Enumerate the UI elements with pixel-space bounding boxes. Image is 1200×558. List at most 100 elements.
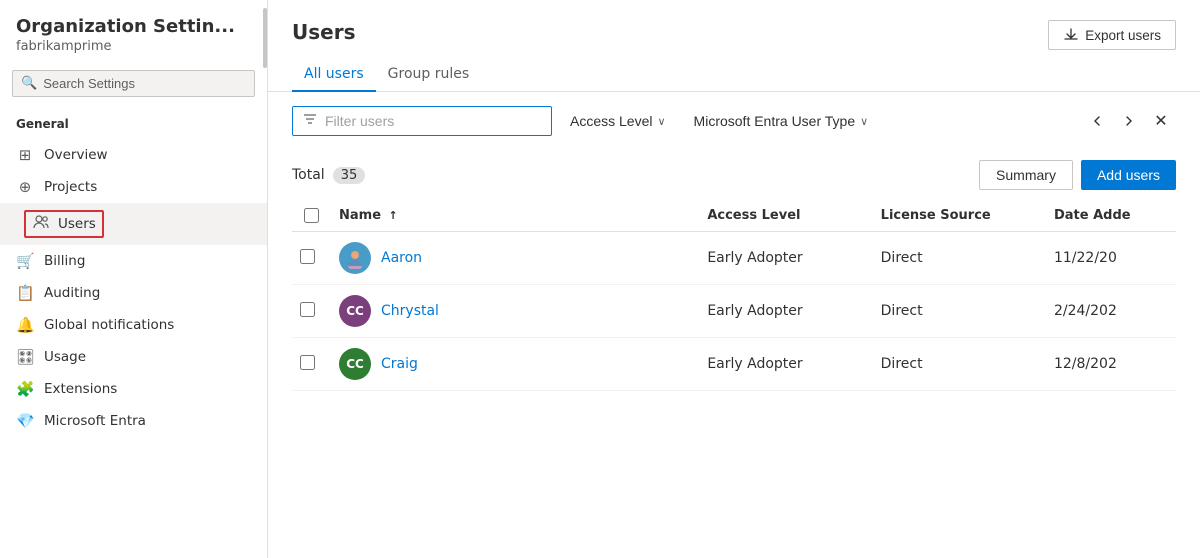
avatar: CC — [339, 295, 371, 327]
row-access-level-cell: Early Adopter — [699, 232, 872, 285]
sidebar-search-icon: 🔍 — [21, 76, 37, 91]
scrollbar-thumb — [263, 8, 267, 68]
sidebar-item-label: Auditing — [44, 285, 100, 301]
select-all-checkbox[interactable] — [304, 208, 319, 223]
col-header-access-level: Access Level — [699, 200, 872, 232]
usage-icon: 🎛 — [16, 348, 34, 366]
filter-prev-button[interactable] — [1082, 106, 1112, 136]
sidebar-item-extensions[interactable]: 🧩 Extensions — [0, 373, 267, 405]
auditing-icon: 📋 — [16, 284, 34, 302]
summary-button[interactable]: Summary — [979, 160, 1073, 190]
total-count-badge: 35 — [333, 167, 366, 184]
users-table: Name ↑ Access Level License Source Date … — [292, 200, 1176, 391]
filter-navigation: ✕ — [1082, 106, 1176, 136]
sidebar-item-billing[interactable]: 🛒 Billing — [0, 245, 267, 277]
user-type-label: Microsoft Entra User Type — [694, 113, 856, 129]
table-row: Aaron Early Adopter Direct 11/22/20 — [292, 232, 1176, 285]
sidebar-item-overview[interactable]: ⊞ Overview — [0, 139, 267, 171]
sidebar-item-label: Billing — [44, 253, 85, 269]
tabs: All users Group rules — [268, 50, 1200, 92]
row-name-cell: CC Craig — [331, 338, 699, 391]
sidebar-item-label: Microsoft Entra — [44, 413, 146, 429]
row-date-added-cell: 11/22/20 — [1046, 232, 1176, 285]
sidebar: Organization Settin... fabrikamprime 🔍 G… — [0, 0, 268, 558]
user-name-link[interactable]: Craig — [381, 356, 418, 372]
row-name-cell: CC Chrystal — [331, 285, 699, 338]
sidebar-search-input[interactable] — [43, 76, 246, 91]
row-name-cell: Aaron — [331, 232, 699, 285]
sidebar-item-usage[interactable]: 🎛 Usage — [0, 341, 267, 373]
sidebar-item-projects[interactable]: ⊕ Projects — [0, 171, 267, 203]
row-date-added-cell: 2/24/202 — [1046, 285, 1176, 338]
users-icon — [32, 214, 50, 234]
filter-users-input[interactable] — [325, 113, 505, 129]
sidebar-item-label: Usage — [44, 349, 86, 365]
sidebar-item-label: Global notifications — [44, 317, 174, 333]
name-sort-icon: ↑ — [389, 209, 398, 222]
general-section-label: General — [0, 109, 267, 135]
row-access-level-cell: Early Adopter — [699, 285, 872, 338]
main-content: Users Export users All users Group rules — [268, 0, 1200, 558]
col-header-date-added: Date Adde — [1046, 200, 1176, 232]
tab-group-rules[interactable]: Group rules — [376, 58, 482, 92]
access-level-dropdown[interactable]: Access Level ∨ — [560, 107, 676, 135]
user-type-dropdown[interactable]: Microsoft Entra User Type ∨ — [684, 107, 879, 135]
row-checkbox[interactable] — [300, 302, 315, 317]
total-section: Total 35 — [292, 167, 365, 184]
avatar: CC — [339, 348, 371, 380]
col-header-license-source: License Source — [873, 200, 1046, 232]
table-row: CC Chrystal Early Adopter Direct 2/24/20… — [292, 285, 1176, 338]
sidebar-item-users[interactable]: Users — [0, 203, 267, 245]
sidebar-search-container[interactable]: 🔍 — [12, 70, 255, 97]
main-header: Users Export users — [268, 0, 1200, 50]
sidebar-item-label: Users — [58, 216, 96, 232]
toolbar-actions: Summary Add users — [979, 160, 1176, 190]
sidebar-item-label: Projects — [44, 179, 97, 195]
export-button-label: Export users — [1085, 28, 1161, 43]
filter-icon — [303, 112, 317, 130]
user-name-link[interactable]: Chrystal — [381, 303, 439, 319]
filter-next-button[interactable] — [1114, 106, 1144, 136]
avatar — [339, 242, 371, 274]
sidebar-subtitle: fabrikamprime — [16, 39, 251, 54]
close-icon: ✕ — [1154, 111, 1167, 131]
tab-group-rules-label: Group rules — [388, 66, 470, 82]
sidebar-title: Organization Settin... — [16, 16, 251, 37]
access-level-chevron: ∨ — [657, 115, 665, 128]
row-access-level-cell: Early Adopter — [699, 338, 872, 391]
filter-close-button[interactable]: ✕ — [1146, 106, 1176, 136]
chevron-left-icon — [1091, 115, 1103, 127]
filter-input-container[interactable] — [292, 106, 552, 136]
access-level-label: Access Level — [570, 113, 652, 129]
tab-all-users[interactable]: All users — [292, 58, 376, 92]
sidebar-header: Organization Settin... fabrikamprime — [0, 0, 267, 62]
user-name-link[interactable]: Aaron — [381, 250, 422, 266]
user-type-chevron: ∨ — [860, 115, 868, 128]
row-check-cell — [292, 232, 331, 285]
row-check-cell — [292, 338, 331, 391]
chevron-right-icon — [1123, 115, 1135, 127]
sidebar-item-global-notifications[interactable]: 🔔 Global notifications — [0, 309, 267, 341]
row-license-source-cell: Direct — [873, 285, 1046, 338]
row-checkbox[interactable] — [300, 249, 315, 264]
row-license-source-cell: Direct — [873, 338, 1046, 391]
billing-icon: 🛒 — [16, 252, 34, 270]
filter-bar: Access Level ∨ Microsoft Entra User Type… — [268, 92, 1200, 150]
add-users-button[interactable]: Add users — [1081, 160, 1176, 190]
row-checkbox[interactable] — [300, 355, 315, 370]
tab-all-users-label: All users — [304, 66, 364, 82]
table-row: CC Craig Early Adopter Direct 12/8/202 — [292, 338, 1176, 391]
sidebar-item-label: Overview — [44, 147, 108, 163]
row-check-cell — [292, 285, 331, 338]
sidebar-item-microsoft-entra[interactable]: 💎 Microsoft Entra — [0, 405, 267, 437]
notifications-icon: 🔔 — [16, 316, 34, 334]
sidebar-nav: ⊞ Overview ⊕ Projects Users 🛒 — [0, 135, 267, 441]
users-box: Users — [24, 210, 104, 238]
sidebar-item-auditing[interactable]: 📋 Auditing — [0, 277, 267, 309]
col-header-name[interactable]: Name ↑ — [331, 200, 699, 232]
row-license-source-cell: Direct — [873, 232, 1046, 285]
col-header-check — [292, 200, 331, 232]
microsoft-entra-icon: 💎 — [16, 412, 34, 430]
export-users-button[interactable]: Export users — [1048, 20, 1176, 50]
sidebar-item-label: Extensions — [44, 381, 117, 397]
